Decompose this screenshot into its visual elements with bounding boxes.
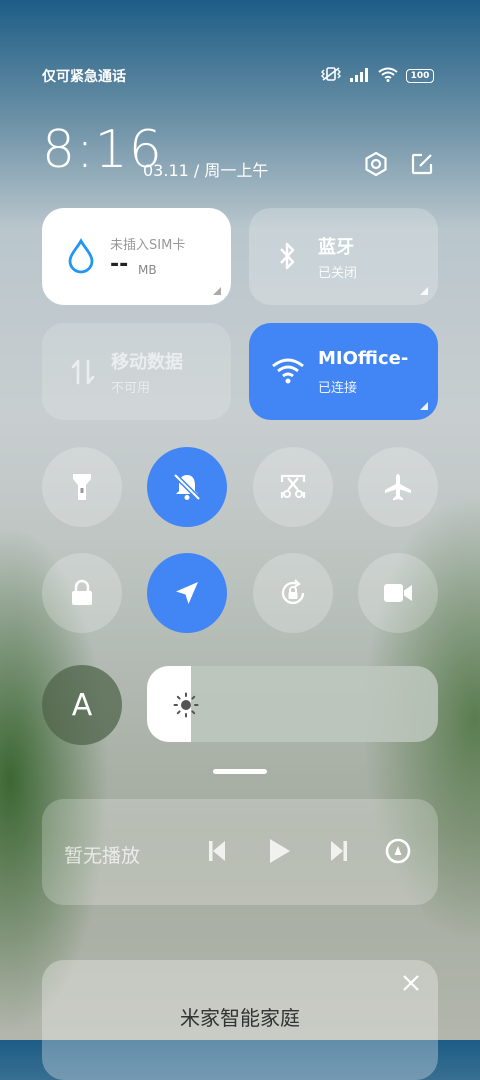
auto-brightness-button[interactable]: A (42, 665, 122, 745)
media-player-card: 暂无播放 (42, 799, 438, 905)
auto-brightness-label: A (71, 687, 93, 723)
smart-home-card[interactable]: 米家智能家庭 (42, 960, 438, 1080)
rotation-lock-toggle[interactable] (253, 553, 333, 633)
screenshot-toggle[interactable] (253, 447, 333, 527)
mobile-data-tile[interactable]: 移动数据 不可用 (42, 323, 231, 420)
bluetooth-title: 蓝牙 (318, 237, 354, 258)
lock-icon (72, 579, 92, 605)
status-carrier-text: 仅可紧急通话 (42, 69, 126, 85)
date-label: 03.11 / 周一上午 (143, 161, 269, 180)
wifi-network-name: MIOffice- (318, 348, 409, 369)
data-usage-tile[interactable]: 未插入SIM卡 -- MB (42, 208, 231, 305)
expand-corner-icon (213, 287, 221, 295)
silent-toggle[interactable] (147, 447, 227, 527)
edit-icon (411, 153, 433, 175)
previous-icon (209, 841, 225, 861)
lock-screen-toggle[interactable] (42, 553, 122, 633)
wifi-icon (272, 358, 304, 384)
cast-audio-icon (385, 838, 411, 864)
expand-corner-icon (420, 402, 428, 410)
flashlight-icon (73, 474, 91, 500)
video-camera-icon (384, 584, 412, 602)
location-arrow-icon (176, 582, 198, 604)
vibrate-icon (320, 66, 342, 86)
airplane-icon (385, 474, 411, 501)
bell-off-icon (173, 473, 201, 501)
data-usage-value: -- (110, 252, 129, 277)
battery-icon: 100 (406, 69, 434, 83)
smart-home-title: 米家智能家庭 (180, 1006, 300, 1030)
settings-button[interactable] (360, 148, 392, 180)
rotate-lock-icon (281, 579, 305, 605)
play-icon (270, 839, 290, 863)
sun-icon (173, 692, 199, 718)
screen-record-toggle[interactable] (358, 553, 438, 633)
wifi-tile[interactable]: MIOffice- 已连接 (249, 323, 438, 420)
flashlight-toggle[interactable] (42, 447, 122, 527)
gear-icon (365, 151, 387, 177)
next-icon (331, 841, 347, 861)
data-usage-unit: MB (138, 263, 157, 277)
audio-output-button[interactable] (384, 837, 412, 869)
mobile-data-title: 移动数据 (111, 352, 183, 373)
play-button[interactable] (266, 837, 292, 869)
expand-corner-icon (420, 287, 428, 295)
sim-status-label: 未插入SIM卡 (110, 238, 186, 253)
bluetooth-icon (280, 242, 295, 270)
status-icons: 100 (320, 66, 434, 86)
water-drop-icon (68, 238, 94, 274)
brightness-slider[interactable] (147, 666, 438, 742)
signal-icon (350, 67, 370, 86)
next-track-button[interactable] (328, 839, 350, 867)
media-status-text: 暂无播放 (64, 845, 141, 867)
wifi-status: 已连接 (318, 381, 358, 396)
close-button[interactable] (400, 972, 422, 994)
edit-button[interactable] (406, 148, 438, 180)
scissors-icon (280, 474, 306, 498)
data-transfer-icon (71, 359, 95, 385)
airplane-toggle[interactable] (358, 447, 438, 527)
bluetooth-tile[interactable]: 蓝牙 已关闭 (249, 208, 438, 305)
drag-handle[interactable] (213, 769, 267, 774)
mobile-data-status: 不可用 (111, 381, 151, 396)
close-icon (403, 975, 419, 991)
previous-track-button[interactable] (206, 839, 228, 867)
wifi-status-icon (378, 67, 398, 86)
location-toggle[interactable] (147, 553, 227, 633)
bluetooth-status: 已关闭 (318, 266, 358, 281)
